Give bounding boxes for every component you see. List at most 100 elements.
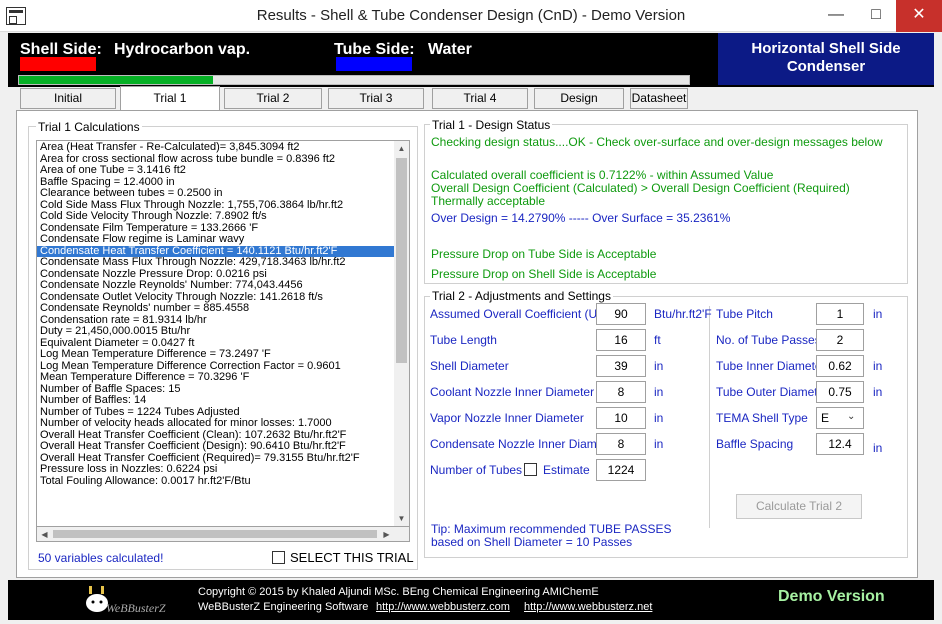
- list-item[interactable]: Mean Temperature Difference = 70.3296 'F: [37, 372, 395, 384]
- list-item[interactable]: Number of velocity heads allocated for m…: [37, 418, 395, 430]
- vapor-nozzle-label: Vapor Nozzle Inner Diameter: [430, 411, 584, 425]
- results-listbox[interactable]: Area (Heat Transfer - Re-Calculated)= 3,…: [36, 140, 410, 527]
- design-status-title: Trial 1 - Design Status: [430, 118, 553, 132]
- webbusterz-logo: WeBBusterZ: [80, 584, 184, 618]
- select-trial-checkbox[interactable]: [272, 551, 285, 564]
- vapor-nozzle-input[interactable]: 10: [596, 407, 646, 429]
- shell-diameter-unit: in: [654, 359, 664, 373]
- chevron-down-icon: ⌄: [847, 411, 856, 422]
- list-item[interactable]: Condensate Mass Flux Through Nozzle: 429…: [37, 257, 395, 269]
- tube-length-input[interactable]: 16: [596, 329, 646, 351]
- select-trial-label: SELECT THIS TRIAL: [290, 550, 414, 565]
- results-list: Area (Heat Transfer - Re-Calculated)= 3,…: [37, 141, 395, 487]
- company-name: WeBBusterZ Engineering Software: [198, 601, 369, 613]
- variables-count: 50 variables calculated!: [38, 551, 164, 565]
- close-icon[interactable]: ✕: [896, 0, 942, 32]
- footer-banner: WeBBusterZ Copyright © 2015 by Khaled Al…: [8, 580, 934, 620]
- list-item[interactable]: Number of Baffles: 14: [37, 395, 395, 407]
- list-item[interactable]: Area of one Tube = 3.1416 ft2: [37, 165, 395, 177]
- scroll-right-icon[interactable]: ▶: [379, 527, 394, 542]
- tube-length-label: Tube Length: [430, 333, 497, 347]
- condensate-nozzle-label: Condensate Nozzle Inner Diameter: [430, 437, 618, 451]
- list-hscrollbar[interactable]: ◀ ▶: [36, 527, 410, 542]
- list-item[interactable]: Pressure loss in Nozzles: 0.6224 psi: [37, 464, 395, 476]
- status-tube-pressure-message: Pressure Drop on Tube Side is Acceptable: [431, 247, 657, 261]
- assumed-coefficient-input[interactable]: 90: [596, 303, 646, 325]
- list-item[interactable]: Cold Side Velocity Through Nozzle: 7.890…: [37, 211, 395, 223]
- tab-datasheet[interactable]: Datasheet: [630, 88, 688, 109]
- baffle-spacing-label: Baffle Spacing: [716, 437, 794, 451]
- window-title: Results - Shell & Tube Condenser Design …: [256, 7, 686, 24]
- scroll-down-icon[interactable]: ▼: [394, 511, 409, 526]
- condenser-type-panel: Horizontal Shell Side Condenser: [718, 33, 934, 85]
- website-link-com[interactable]: http://www.webbusterz.com: [376, 601, 510, 613]
- scroll-thumb[interactable]: [396, 158, 407, 363]
- header-banner: Shell Side: Hydrocarbon vap. Tube Side: …: [8, 33, 934, 87]
- tube-outer-diameter-input[interactable]: 0.75: [816, 381, 864, 403]
- tube-inner-diameter-label: Tube Inner Diameter: [716, 359, 826, 373]
- website-link-net[interactable]: http://www.webbusterz.net: [524, 601, 652, 613]
- assumed-coefficient-unit: Btu/hr.ft2'F: [654, 307, 712, 321]
- tube-length-unit: ft: [654, 333, 661, 347]
- coolant-nozzle-input[interactable]: 8: [596, 381, 646, 403]
- status-over-design-message: Over Design = 14.2790% ----- Over Surfac…: [431, 211, 731, 225]
- assumed-coefficient-label: Assumed Overall Coefficient (Ud): [430, 307, 608, 321]
- demo-version-label: Demo Version: [778, 588, 885, 605]
- tube-pitch-unit: in: [873, 307, 883, 321]
- condensate-nozzle-unit: in: [654, 437, 664, 451]
- list-item[interactable]: Clearance between tubes = 0.2500 in: [37, 188, 395, 200]
- shell-side-fluid: Hydrocarbon vap.: [114, 41, 251, 58]
- list-item[interactable]: Condensate Flow regime is Laminar wavy: [37, 234, 395, 246]
- adjustments-title: Trial 2 - Adjustments and Settings: [430, 289, 613, 303]
- scroll-up-icon[interactable]: ▲: [394, 141, 409, 156]
- tube-outer-diameter-unit: in: [873, 385, 883, 399]
- list-item[interactable]: Total Fouling Allowance: 0.0017 hr.ft2'F…: [37, 475, 395, 488]
- tube-outer-diameter-label: Tube Outer Diameter: [716, 385, 829, 399]
- shell-diameter-input[interactable]: 39: [596, 355, 646, 377]
- progress-fill: [19, 76, 214, 84]
- progress-bar: [18, 75, 690, 85]
- shell-side-color: [20, 57, 96, 71]
- tube-pitch-input[interactable]: 1: [816, 303, 864, 325]
- tab-trial-4-calculations[interactable]: Trial 4 Calculations: [432, 88, 528, 124]
- list-item[interactable]: Condensate Reynolds' number = 885.4558: [37, 303, 395, 315]
- tube-inner-diameter-input[interactable]: 0.62: [816, 355, 864, 377]
- tube-inner-diameter-unit: in: [873, 359, 883, 373]
- scroll-left-icon[interactable]: ◀: [37, 527, 52, 542]
- status-thermal-message: Thermally acceptable: [431, 194, 546, 208]
- number-of-tubes-input[interactable]: 1224: [596, 459, 646, 481]
- status-design-coefficient-message: Overall Design Coefficient (Calculated) …: [431, 181, 850, 195]
- tube-pitch-label: Tube Pitch: [716, 307, 773, 321]
- condenser-type-line2: Condenser: [786, 58, 866, 75]
- condensate-nozzle-input[interactable]: 8: [596, 433, 646, 455]
- logo-text: WeBBusterZ: [106, 601, 166, 615]
- coolant-nozzle-label: Coolant Nozzle Inner Diameter: [430, 385, 595, 399]
- status-coefficient-message: Calculated overall coefficient is 0.7122…: [431, 168, 774, 182]
- minimize-icon[interactable]: —: [816, 0, 856, 32]
- condenser-type-line1: Horizontal Shell Side: [751, 40, 901, 57]
- tab-trial-2-calculations[interactable]: Trial 2 Calculations: [224, 88, 322, 124]
- vapor-nozzle-unit: in: [654, 411, 664, 425]
- estimate-checkbox[interactable]: [524, 463, 537, 476]
- hscroll-thumb[interactable]: [53, 530, 377, 538]
- number-of-tubes-label: Number of Tubes: [430, 463, 523, 477]
- tube-side-color: [336, 57, 412, 71]
- list-item[interactable]: Overall Heat Transfer Coefficient (Desig…: [37, 441, 395, 453]
- baffle-spacing-input[interactable]: 12.4: [816, 433, 864, 455]
- tab-design-summary[interactable]: Design Summary: [534, 88, 624, 124]
- list-item[interactable]: Area (Heat Transfer - Re-Calculated)= 3,…: [37, 142, 395, 154]
- tab-trial-1-calculations[interactable]: Trial 1 Calculations: [120, 86, 220, 128]
- maximize-icon[interactable]: □: [856, 0, 896, 32]
- tab-trial-3-calculations[interactable]: Trial 3 Calculations: [328, 88, 424, 124]
- list-item[interactable]: Log Mean Temperature Difference = 73.249…: [37, 349, 395, 361]
- calculate-trial-2-button[interactable]: Calculate Trial 2: [736, 494, 862, 519]
- tab-initial-calculations[interactable]: Initial Calculations: [20, 88, 116, 124]
- list-item[interactable]: Duty = 21,450,000.0015 Btu/hr: [37, 326, 395, 338]
- tube-side-fluid: Water: [428, 41, 472, 58]
- trial-calculations-title: Trial 1 Calculations: [36, 120, 142, 134]
- adjustments-divider: [709, 306, 710, 528]
- tema-shell-type-select[interactable]: E ⌄: [816, 407, 864, 429]
- tema-shell-type-value: E: [821, 411, 830, 425]
- list-item[interactable]: Condensate Nozzle Reynolds' Number: 774,…: [37, 280, 395, 292]
- tube-passes-input[interactable]: 2: [816, 329, 864, 351]
